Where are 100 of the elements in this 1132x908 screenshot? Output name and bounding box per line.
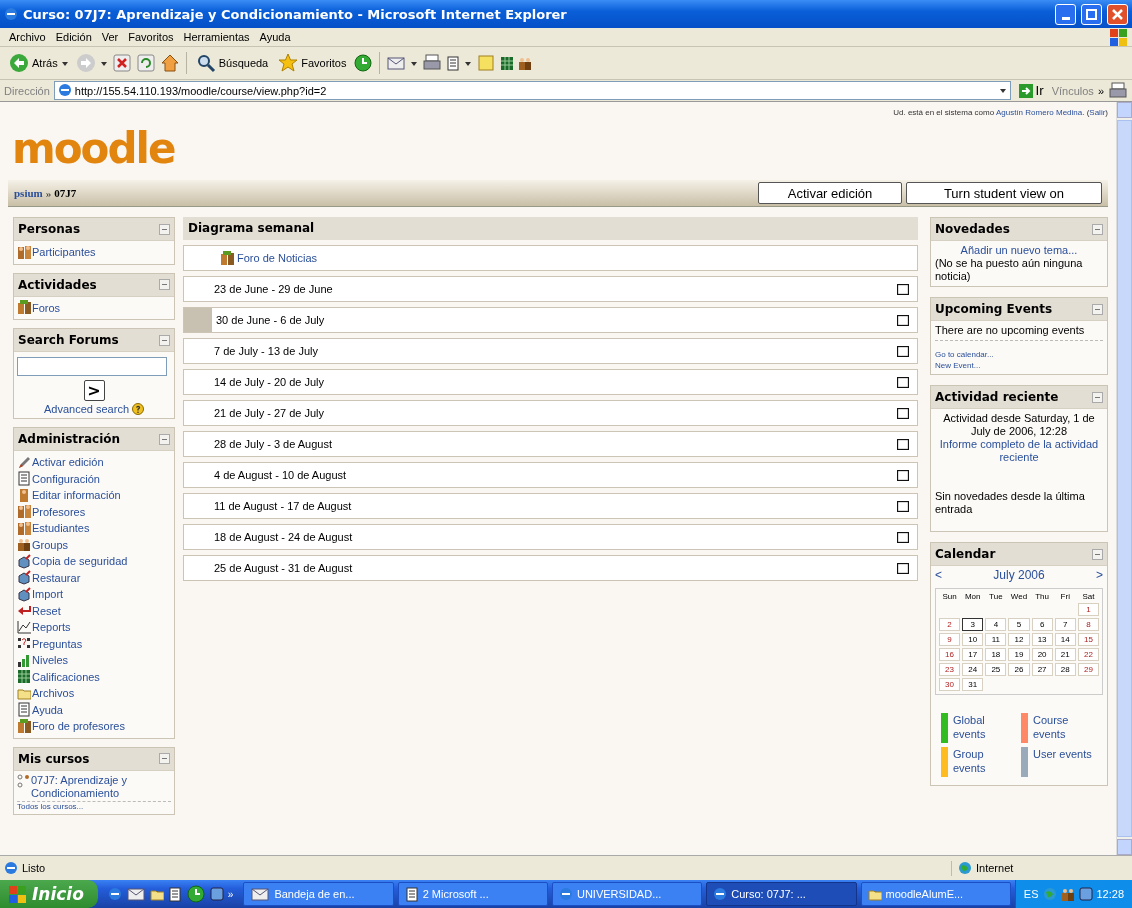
tray-icon[interactable]	[1078, 886, 1093, 902]
sidebar-link[interactable]: Ayuda	[32, 701, 63, 718]
calendar-day[interactable]: 15	[1077, 633, 1099, 646]
sidebar-link[interactable]: Import	[32, 586, 64, 603]
sidebar-link[interactable]: Configuración	[32, 470, 100, 487]
taskbar-button[interactable]: UNIVERSIDAD...	[551, 882, 703, 906]
previous-month-link[interactable]: <	[935, 568, 942, 582]
sidebar-link[interactable]: Foros	[32, 299, 61, 316]
menu-item[interactable]: Archivo	[4, 31, 51, 43]
calendar-day[interactable]: 14	[1054, 633, 1076, 646]
legend-link[interactable]: Global events	[953, 713, 1017, 741]
more-icons[interactable]: »	[227, 888, 234, 900]
calendar-day[interactable]: 6	[1031, 618, 1053, 631]
caret-icon[interactable]	[464, 59, 473, 67]
calendar-day[interactable]: 21	[1054, 648, 1076, 661]
scrollbar[interactable]	[1116, 102, 1132, 855]
student-view-button[interactable]: Turn student view on	[906, 182, 1102, 204]
line-chart-icon[interactable]	[17, 619, 31, 635]
collapse-icon[interactable]	[1092, 223, 1103, 235]
forum-link[interactable]: Foro de Noticias	[237, 252, 318, 264]
calendar-day[interactable]: 31	[962, 678, 984, 691]
calendar-day[interactable]: 26	[1008, 663, 1030, 676]
calendar-day[interactable]: 19	[1008, 648, 1030, 661]
calendar-day[interactable]: 27	[1031, 663, 1053, 676]
breadcrumb-link[interactable]: psium	[14, 187, 43, 199]
legend-link[interactable]: Course events	[1033, 713, 1097, 741]
history-icon[interactable]	[353, 53, 374, 73]
calendar-day[interactable]: 22	[1077, 648, 1099, 661]
printer-icon[interactable]	[422, 53, 443, 73]
stop-icon[interactable]	[111, 53, 132, 73]
help-icon[interactable]	[132, 403, 144, 415]
calendar-day[interactable]: 25	[985, 663, 1007, 676]
calendar-day[interactable]: 7	[1054, 618, 1076, 631]
sidebar-link[interactable]: Calificaciones	[32, 668, 100, 685]
calendar-day[interactable]: 30	[939, 678, 961, 691]
collapse-icon[interactable]	[159, 223, 170, 235]
pencil-icon[interactable]	[17, 454, 31, 470]
block-link[interactable]: New Event...	[935, 360, 1103, 371]
home-icon[interactable]	[159, 53, 180, 73]
collapse-icon[interactable]	[159, 753, 170, 764]
maximize-button[interactable]	[1081, 3, 1102, 25]
calendar-day[interactable]: 11	[985, 633, 1007, 646]
sidebar-link[interactable]: Reset	[32, 602, 61, 619]
people-icon[interactable]	[17, 537, 31, 553]
caret-icon[interactable]	[99, 59, 108, 67]
sidebar-link[interactable]: Restaurar	[32, 569, 81, 586]
sidebar-link[interactable]: Copia de seguridad	[32, 553, 128, 570]
taskbar-button[interactable]: moodleAlumE...	[860, 882, 1011, 906]
block-link[interactable]: Añadir un nuevo tema...	[935, 244, 1103, 257]
calendar-day[interactable]: 1	[1077, 603, 1099, 616]
person-icon[interactable]	[17, 487, 31, 503]
calendar-day[interactable]: 9	[939, 633, 961, 646]
menu-item[interactable]: Herramientas	[178, 31, 255, 43]
caret-icon[interactable]	[410, 59, 419, 67]
calendar-day[interactable]: 4	[985, 618, 1007, 631]
forum-icon[interactable]	[220, 250, 234, 266]
taskbar-button[interactable]: Bandeja de en...	[243, 882, 394, 906]
calendar-day[interactable]: 24	[962, 663, 984, 676]
calendar-day[interactable]: 23	[939, 663, 961, 676]
calendar-day[interactable]: 16	[939, 648, 961, 661]
favorites-button[interactable]: Favoritos	[275, 51, 350, 75]
start-button[interactable]: Inicio	[0, 880, 98, 908]
box-icon[interactable]	[17, 570, 31, 586]
calendar-day[interactable]: 20	[1031, 648, 1053, 661]
people-icon[interactable]	[17, 520, 31, 536]
sidebar-link[interactable]: Editar información	[32, 487, 121, 504]
course-icon[interactable]	[17, 773, 31, 789]
box-icon[interactable]	[17, 586, 31, 602]
search-field[interactable]	[17, 357, 167, 376]
quick-launch-icon[interactable]	[167, 886, 182, 902]
advanced-search-link[interactable]: Advanced search	[44, 403, 129, 415]
document-icon[interactable]	[17, 702, 31, 718]
edit-mode-button[interactable]: Activar edición	[758, 182, 902, 204]
calendar-day[interactable]: 10	[962, 633, 984, 646]
legend-link[interactable]: Group events	[953, 747, 1017, 775]
box-icon[interactable]	[17, 553, 31, 569]
close-button[interactable]	[1107, 3, 1128, 25]
block-link[interactable]: Informe completo de la actividad reciente	[935, 438, 1103, 464]
quick-launch-icon[interactable]	[107, 886, 122, 902]
calendar-day[interactable]: 28	[1054, 663, 1076, 676]
collapse-icon[interactable]	[1092, 548, 1103, 560]
collapse-icon[interactable]	[159, 279, 170, 290]
people-icon[interactable]	[17, 718, 31, 734]
forum-icon[interactable]	[17, 300, 31, 316]
all-courses-link[interactable]: Todos los cursos...	[17, 801, 171, 811]
refresh-icon[interactable]	[135, 53, 156, 73]
legend-link[interactable]: User events	[1033, 747, 1092, 761]
calendar-day[interactable]: 3	[962, 618, 984, 631]
collapse-icon[interactable]	[1092, 303, 1103, 315]
collapse-icon[interactable]	[1092, 391, 1103, 403]
menu-item[interactable]: Favoritos	[123, 31, 179, 43]
collapse-icon[interactable]	[159, 334, 170, 346]
bar-chart-icon[interactable]	[17, 652, 31, 668]
back-button[interactable]: Atrás	[6, 51, 72, 75]
course-link[interactable]: 07J7: Aprendizaje y Condicionamiento	[31, 773, 171, 800]
sidebar-link[interactable]: Estudiantes	[32, 520, 90, 537]
taskbar-button[interactable]: Curso: 07J7: ...	[706, 882, 857, 906]
menu-item[interactable]: Edición	[50, 31, 97, 43]
sidebar-link[interactable]: Activar edición	[32, 454, 104, 471]
calendar-day[interactable]: 5	[1008, 618, 1030, 631]
